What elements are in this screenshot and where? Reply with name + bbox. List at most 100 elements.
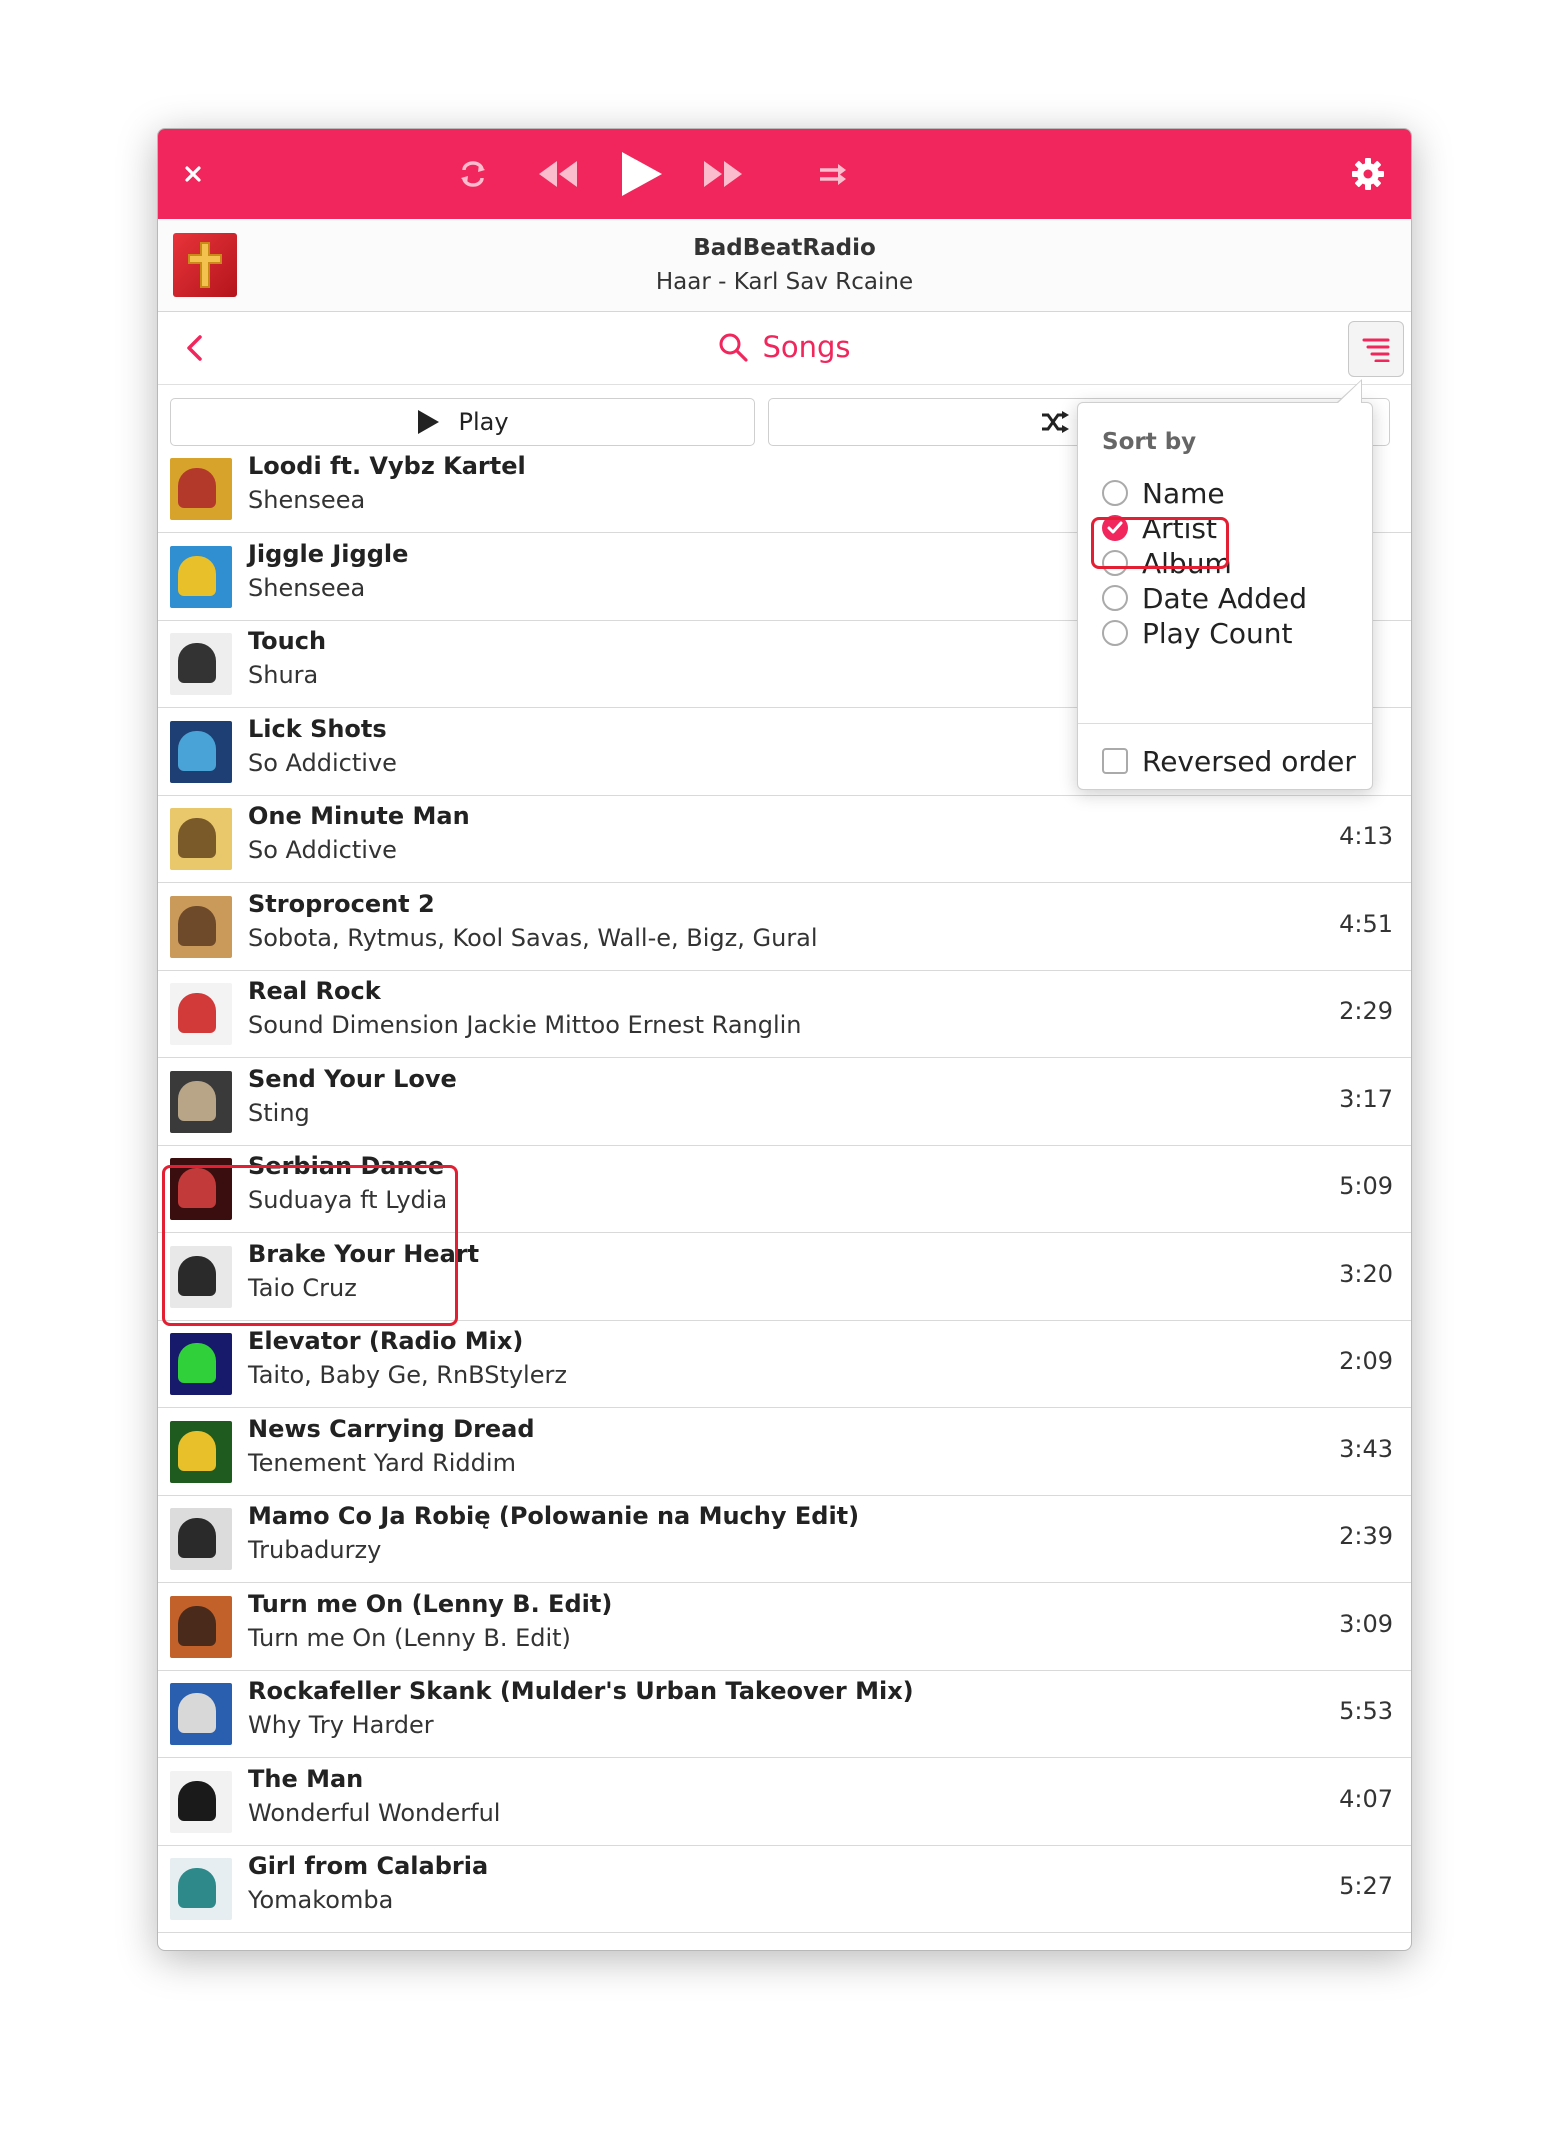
page-title: Songs [762, 330, 851, 364]
sort-radio[interactable] [1102, 585, 1128, 611]
album-art [170, 1245, 232, 1308]
settings-button[interactable] [1343, 129, 1393, 219]
sort-radio[interactable] [1102, 480, 1128, 506]
song-artist: Shenseea [248, 573, 366, 602]
track-info: Haar - Karl Sav Rcaine [655, 269, 914, 295]
album-art [170, 1420, 232, 1483]
sort-option-label: Date Added [1142, 581, 1308, 615]
sort-option-label: Album [1142, 546, 1232, 580]
song-row[interactable]: Brake Your Heart Taio Cruz 3:20 [158, 1233, 1411, 1321]
shuffle-mode-icon [820, 164, 846, 185]
player-controls-bar [158, 129, 1411, 219]
song-artist: Shura [248, 661, 319, 689]
song-row[interactable]: Elevator (Radio Mix) Taito, Baby Ge, RnBS… [158, 1320, 1411, 1408]
song-row[interactable]: The Man Wonderful Wonderful 4:07 [158, 1758, 1411, 1846]
song-duration: 4:13 [1339, 822, 1393, 850]
sort-option-play-count[interactable]: Play Count [1102, 613, 1292, 653]
play-all-button[interactable]: Play [170, 398, 755, 446]
song-artist: Yomakomba [248, 1886, 394, 1914]
song-duration: 3:43 [1339, 1434, 1393, 1463]
sort-button[interactable] [1348, 321, 1404, 377]
song-title: Jiggle Jiggle [248, 539, 409, 568]
song-title: Brake Your Heart [248, 1239, 480, 1268]
song-row[interactable]: Girl from Calabria Yomakomba 5:27 [158, 1845, 1411, 1933]
song-row[interactable]: News Carrying Dread Tenement Yard Riddim 3… [158, 1408, 1411, 1496]
sort-menu-header: Sort by [1102, 429, 1197, 455]
song-title: The Man [248, 1764, 364, 1793]
search-songs-title[interactable]: Songs [158, 330, 1411, 364]
album-art [170, 1858, 232, 1920]
song-title: Turn me On (Lenny B. Edit) [248, 1589, 613, 1618]
shuffle-icon [1041, 411, 1069, 433]
album-art [170, 1508, 232, 1570]
song-row[interactable]: Turn me On (Lenny B. Edit) Turn me On (Le… [158, 1583, 1411, 1671]
song-row[interactable]: Stroprocent 2 Sobota, Rytmus, Kool Savas,… [158, 883, 1411, 971]
play-icon [622, 152, 662, 196]
song-row[interactable]: Serbian Dance Suduaya ft Lydia 5:09 [158, 1145, 1411, 1233]
song-title: Touch [248, 627, 327, 655]
sort-option-album[interactable]: Album [1102, 543, 1232, 583]
song-title: Lick Shots [248, 714, 387, 743]
song-title: Serbian Dance [248, 1152, 445, 1180]
sort-radio[interactable] [1102, 620, 1128, 646]
navigation-bar: Songs [158, 312, 1411, 385]
sort-option-name[interactable]: Name [1102, 473, 1225, 513]
song-row[interactable]: Send Your Love Sting 3:17 [158, 1058, 1411, 1146]
song-title: Loodi ft. Vybz Kartel [248, 455, 526, 480]
song-duration: 3:09 [1339, 1609, 1393, 1638]
album-art [170, 1683, 232, 1745]
song-artist: Sobota, Rytmus, Kool Savas, Wall-e, Bigz… [248, 923, 818, 952]
fast-forward-button[interactable] [698, 129, 748, 219]
play-icon [418, 410, 440, 434]
station-name: BadBeatRadio [693, 235, 876, 261]
now-playing-bar[interactable]: BadBeatRadio Haar - Karl Sav Rcaine [158, 219, 1411, 312]
shuffle-mode-button[interactable] [808, 129, 858, 219]
song-title: Elevator (Radio Mix) [248, 1327, 524, 1355]
reversed-order-label: Reversed order [1142, 744, 1356, 778]
song-title: One Minute Man [248, 802, 470, 830]
song-row[interactable]: Mamo Co Ja Robię (Polowanie na Muchy Edi… [158, 1495, 1411, 1583]
repeat-icon [461, 161, 485, 187]
close-icon [185, 166, 201, 182]
song-duration: 4:07 [1339, 1784, 1393, 1813]
rewind-icon [539, 161, 577, 187]
album-art [170, 458, 232, 520]
song-row[interactable]: Real Rock Sound Dimension Jackie Mittoo E… [158, 970, 1411, 1058]
fast-forward-icon [704, 161, 742, 187]
reversed-order-checkbox[interactable] [1102, 748, 1128, 774]
rewind-button[interactable] [533, 129, 583, 219]
play-button[interactable] [606, 129, 676, 219]
song-row[interactable]: One Minute Man So Addictive 4:13 [158, 795, 1411, 883]
album-art [170, 1070, 232, 1133]
sort-option-label: Name [1142, 476, 1225, 510]
sort-icon [1362, 338, 1390, 362]
song-row[interactable]: Rockafeller Skank (Mulder's Urban Takeov… [158, 1670, 1411, 1758]
song-duration: 4:51 [1339, 909, 1393, 938]
song-duration: 2:09 [1339, 1347, 1393, 1375]
song-title: Mamo Co Ja Robię (Polowanie na Muchy Edi… [248, 1502, 860, 1530]
song-artist: Sting [248, 1098, 310, 1127]
sort-option-artist[interactable]: Artist [1102, 508, 1217, 548]
song-duration: 3:20 [1339, 1259, 1393, 1288]
sort-option-label: Play Count [1142, 616, 1293, 650]
sort-option-label: Artist [1142, 511, 1217, 545]
reversed-order-option[interactable]: Reversed order [1102, 741, 1356, 781]
song-title: Real Rock [248, 977, 381, 1005]
close-button[interactable] [168, 129, 218, 219]
album-art [170, 1158, 232, 1220]
song-title: Stroprocent 2 [248, 889, 435, 918]
sort-option-date-added[interactable]: Date Added [1102, 578, 1307, 618]
album-art [170, 808, 232, 870]
album-art [170, 720, 232, 783]
checkmark-icon [1107, 521, 1123, 534]
song-title: Girl from Calabria [248, 1852, 489, 1880]
album-art [170, 1595, 232, 1658]
repeat-button[interactable] [448, 129, 498, 219]
search-icon [719, 333, 749, 362]
sort-radio[interactable] [1102, 515, 1128, 541]
sort-radio[interactable] [1102, 550, 1128, 576]
album-art [170, 1770, 232, 1833]
song-artist: Wonderful Wonderful [248, 1798, 501, 1827]
song-duration: 5:53 [1339, 1697, 1393, 1725]
song-duration: 2:29 [1339, 997, 1393, 1025]
